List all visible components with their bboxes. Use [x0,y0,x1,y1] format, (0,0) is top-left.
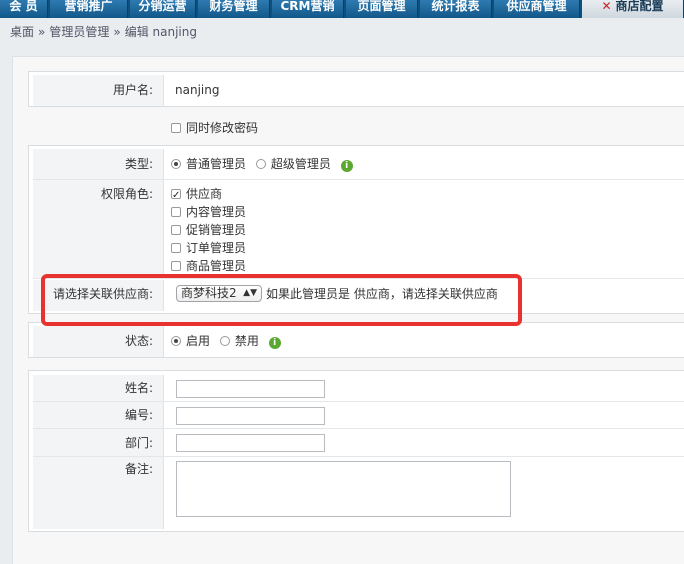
username-box: 用户名: nanjing [28,71,684,107]
dept-label: 部门: [33,429,164,456]
number-input[interactable] [176,407,325,425]
status-disabled-option[interactable]: 禁用 [219,334,259,348]
nav-tab-store-config[interactable]: ✕ 商店配置 [582,0,684,18]
personal-info-box: 姓名: 编号: 部门: 备注: [28,370,684,532]
role-checkbox[interactable] [171,187,181,205]
roles-row: 权限角色: 供应商 内容管理员 促销管理员 订单管理员 商品管理员 [33,180,684,279]
select-arrows-icon: ▲▼ [243,288,257,298]
name-label: 姓名: [33,375,164,401]
main-panel: 用户名: nanjing 同时修改密码 类型: 普通管理员 超级管理员 i 权限… [12,56,684,564]
top-navigation: 会 员 营销推广 分销运营 财务管理 CRM营销 页面管理 统计报表 供应商管理… [0,0,684,18]
role-item-promotion[interactable]: 促销管理员 [171,221,684,239]
role-settings-box: 类型: 普通管理员 超级管理员 i 权限角色: 供应商 内容管理员 促销管理员 … [28,145,684,314]
tools-icon: ✕ [601,0,612,13]
roles-label: 权限角色: [33,180,164,278]
number-label: 编号: [33,402,164,428]
status-row: 状态: 启用 禁用 i [33,326,684,357]
type-super-radio[interactable] [255,159,266,169]
status-disabled-radio[interactable] [219,336,230,346]
name-row: 姓名: [33,375,684,402]
username-row: 用户名: nanjing [33,75,684,106]
nav-tab-crm[interactable]: CRM营销 [272,0,344,18]
username-value: nanjing [175,83,220,97]
nav-tab-finance[interactable]: 财务管理 [198,0,270,18]
role-checkbox[interactable] [171,243,181,253]
supplier-select[interactable]: 商梦科技2 ▲▼ [176,285,262,302]
role-checkbox[interactable] [171,207,181,217]
info-icon[interactable]: i [340,160,353,172]
status-enabled-option[interactable]: 启用 [171,334,210,348]
notes-textarea[interactable] [176,461,511,517]
nav-tab-reports[interactable]: 统计报表 [420,0,492,18]
info-icon[interactable]: i [268,337,281,349]
type-normal-radio[interactable] [171,159,181,169]
status-label: 状态: [33,326,164,357]
dept-input[interactable] [176,434,325,452]
nav-tab-distribution[interactable]: 分销运营 [130,0,196,18]
dept-row: 部门: [33,429,684,457]
type-normal-option[interactable]: 普通管理员 [171,157,246,171]
role-item-content[interactable]: 内容管理员 [171,203,684,221]
name-input[interactable] [176,380,325,398]
supplier-hint: 如果此管理员是 供应商，请选择关联供应商 [266,287,498,301]
role-checkbox[interactable] [171,261,181,271]
type-label: 类型: [33,149,164,179]
nav-tab-pages[interactable]: 页面管理 [346,0,418,18]
type-super-option[interactable]: 超级管理员 [255,157,331,171]
type-row: 类型: 普通管理员 超级管理员 i [33,149,684,180]
change-password-option[interactable]: 同时修改密码 [171,120,258,136]
breadcrumb-home[interactable]: 桌面 [10,25,34,39]
role-item-order[interactable]: 订单管理员 [171,239,684,257]
number-row: 编号: [33,402,684,429]
breadcrumb-admin-management[interactable]: 管理员管理 [49,25,109,39]
supplier-row: 请选择关联供应商: 商梦科技2 ▲▼ 如果此管理员是 供应商，请选择关联供应商 [33,280,684,311]
change-password-label: 同时修改密码 [186,121,259,135]
breadcrumb: 桌面» 管理员管理» 编辑 nanjing [10,25,197,39]
role-item-product[interactable]: 商品管理员 [171,257,684,275]
role-item-supplier[interactable]: 供应商 [171,185,684,205]
status-enabled-radio[interactable] [171,336,181,346]
breadcrumb-current: 编辑 nanjing [124,25,197,39]
notes-label: 备注: [33,457,164,529]
nav-tab-marketing[interactable]: 营销推广 [50,0,128,18]
notes-row: 备注: [33,457,684,529]
change-password-checkbox[interactable] [171,123,181,133]
role-checkbox[interactable] [171,225,181,235]
nav-tab-members[interactable]: 会 员 [0,0,48,18]
nav-tab-suppliers[interactable]: 供应商管理 [494,0,580,18]
status-box: 状态: 启用 禁用 i [28,322,684,358]
username-label: 用户名: [33,75,164,106]
supplier-label: 请选择关联供应商: [33,280,164,311]
